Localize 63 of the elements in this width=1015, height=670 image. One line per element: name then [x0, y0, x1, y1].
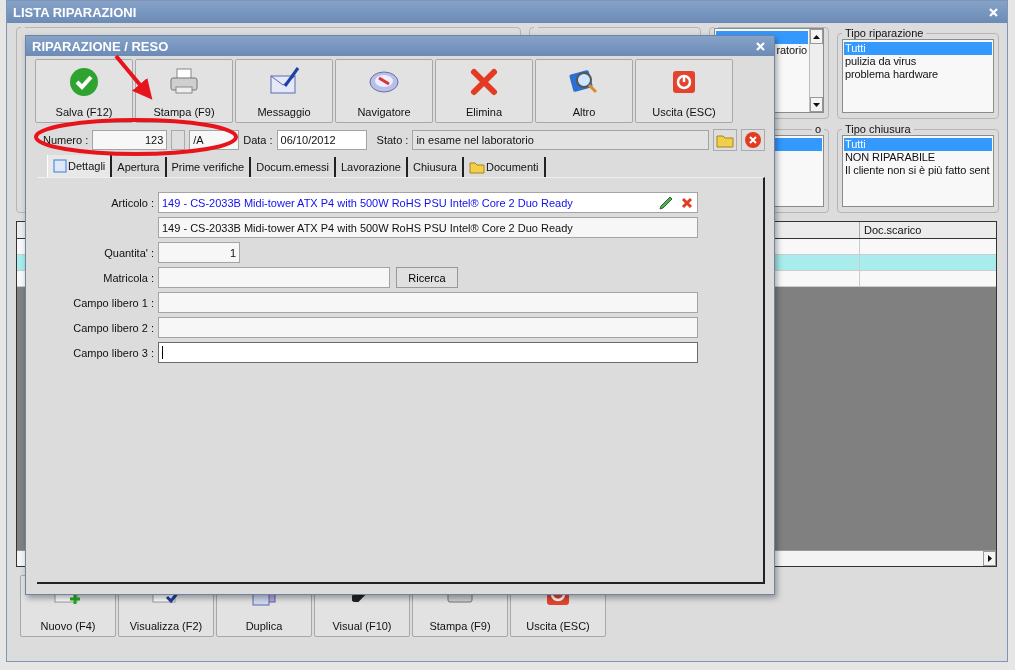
list-item[interactable]: pulizia da virus: [844, 55, 992, 68]
scroll-up-button[interactable]: [810, 29, 823, 44]
quantity-field[interactable]: 1: [158, 242, 240, 263]
field-label: Campo libero 3 :: [72, 346, 154, 359]
close-icon: [988, 7, 998, 17]
group-title: Tipo riparazione: [844, 27, 925, 39]
serial-number-field[interactable]: [158, 267, 390, 288]
group-title: o: [813, 123, 822, 135]
tab[interactable]: Dettagli: [47, 155, 113, 177]
grid-icon: [53, 159, 67, 173]
folder-icon: [468, 160, 485, 174]
scroll-right-button[interactable]: [983, 551, 996, 566]
field-label: Numero :: [43, 134, 89, 146]
list-item[interactable]: problema hardware: [844, 68, 992, 81]
close-circle-icon: [744, 131, 762, 149]
field-label: Campo libero 1 :: [72, 296, 154, 309]
window-title: LISTA RIPARAZIONI: [13, 4, 137, 20]
input-field[interactable]: [158, 317, 698, 338]
column-header: Doc.scarico: [859, 222, 996, 238]
remove-button[interactable]: [741, 129, 765, 151]
field-label: Campo libero 2 :: [72, 321, 154, 334]
description-field[interactable]: 149 - CS-2033B Midi-tower ATX P4 with 500W RoHS PSU Intel® Core 2 Duo Ready: [158, 217, 698, 238]
tab[interactable]: Docum.emessi: [251, 157, 336, 177]
right-arrow-icon: [987, 555, 992, 562]
input-field[interactable]: [158, 292, 698, 313]
article-field[interactable]: 149 - CS-2033B Midi-tower ATX P4 with 500W RoHS PSU Intel® Core 2 Duo Ready: [158, 192, 698, 213]
status-field[interactable]: in esame nel laboratorio: [412, 130, 709, 150]
tab[interactable]: Lavorazione: [336, 157, 408, 177]
small-button[interactable]: [171, 130, 186, 150]
toolbar-button[interactable]: Elimina: [435, 59, 533, 123]
input-field[interactable]: [158, 342, 698, 363]
annotation-arrow: [114, 54, 153, 100]
search-button[interactable]: Ricerca: [396, 267, 458, 288]
scroll-down-button[interactable]: [810, 97, 823, 112]
date-field[interactable]: 06/10/2012: [276, 130, 367, 150]
tab[interactable]: Prime verifiche: [166, 157, 252, 177]
checkmark-icon: [68, 66, 100, 98]
tab[interactable]: Chiusura: [407, 157, 464, 177]
close-icon: [755, 41, 765, 51]
toolbar-button[interactable]: Salva (F12): [35, 59, 133, 123]
toolbar-button[interactable]: Altro: [535, 59, 633, 123]
tab[interactable]: Documenti: [463, 157, 546, 177]
group-title: Tipo chiusura: [844, 123, 912, 135]
list-item[interactable]: NON RIPARABILE: [844, 151, 992, 164]
down-arrow-icon: [813, 102, 820, 107]
delete-x-icon: [680, 195, 694, 210]
toolbar-button[interactable]: Navigatore: [335, 59, 433, 123]
field-label: Articolo :: [110, 196, 154, 209]
field-label: Stato :: [376, 134, 409, 146]
toolbar-button[interactable]: Uscita (ESC): [635, 59, 733, 123]
folder-icon: [716, 132, 734, 148]
field-label: Matricola :: [102, 271, 154, 284]
toolbar-button[interactable]: Messaggio: [235, 59, 333, 123]
field-label: Data :: [243, 134, 273, 146]
number-field[interactable]: 123: [92, 130, 168, 150]
dialog-title: RIPARAZIONE / RESO: [32, 38, 169, 54]
list-item[interactable]: Il cliente non si è più fatto sent: [844, 164, 992, 177]
delete-x-icon: [468, 66, 500, 98]
tab[interactable]: Apertura: [112, 157, 167, 177]
field-label: Quantita' :: [103, 246, 154, 259]
up-arrow-icon: [813, 34, 820, 39]
pencil-icon: [658, 194, 674, 211]
toolbar-button[interactable]: Stampa (F9): [135, 59, 233, 123]
